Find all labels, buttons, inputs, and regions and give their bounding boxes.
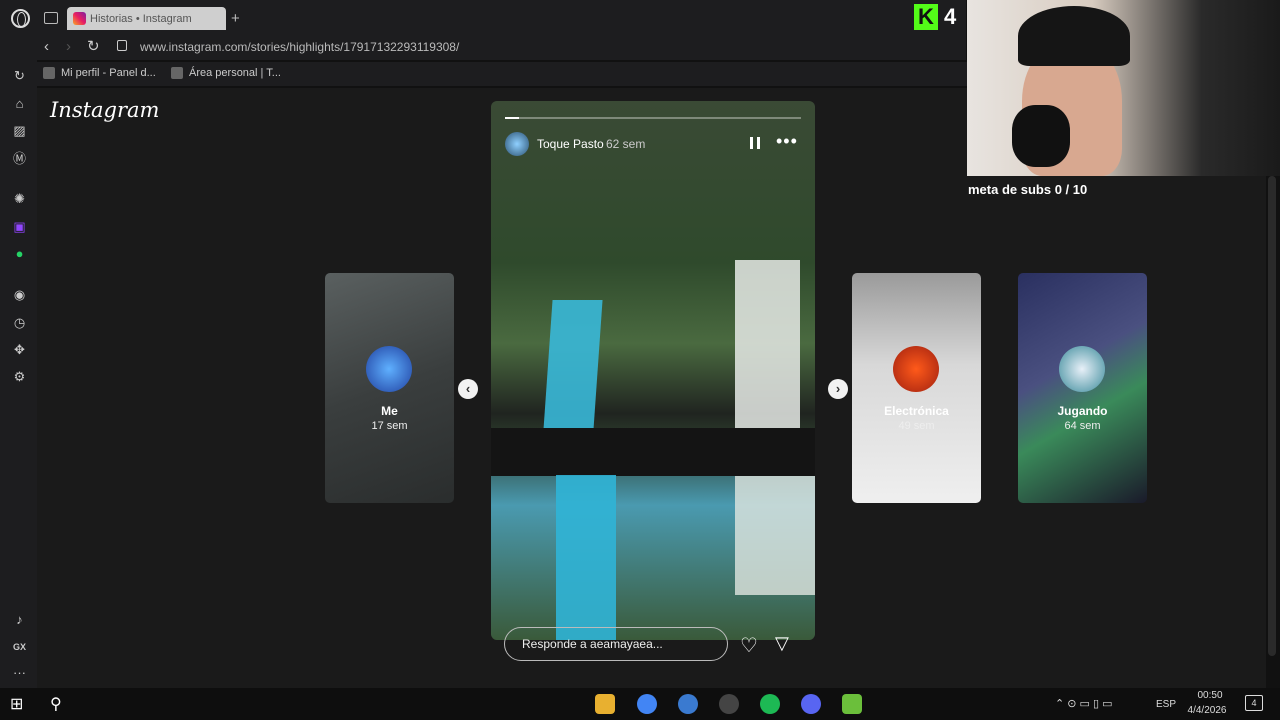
story-image-sky bbox=[735, 260, 800, 430]
twitch-icon[interactable]: ▣ bbox=[11, 218, 28, 235]
back-button[interactable]: ‹ bbox=[44, 38, 49, 55]
story-name: Jugando bbox=[1057, 404, 1108, 418]
story-time: 62 sem bbox=[606, 137, 646, 151]
reply-input[interactable]: Responde a aeamayaea... bbox=[504, 627, 728, 661]
forward-button[interactable]: › bbox=[66, 38, 71, 55]
history-icon[interactable]: ◷ bbox=[11, 314, 28, 331]
minecraft-icon[interactable] bbox=[842, 694, 862, 714]
notification-icon[interactable]: 4 bbox=[1245, 695, 1263, 711]
flow-icon[interactable]: ⌂ bbox=[11, 95, 28, 112]
pinboard-icon[interactable]: ▨ bbox=[11, 122, 28, 139]
app-icon[interactable] bbox=[678, 694, 698, 714]
speed-dial-icon[interactable]: ↻ bbox=[11, 67, 28, 84]
search-icon[interactable]: ⚲ bbox=[50, 694, 70, 714]
heart-icon[interactable]: ♡ bbox=[740, 633, 758, 658]
bookmark-icon bbox=[43, 67, 55, 79]
new-tab-button[interactable]: + bbox=[231, 10, 240, 27]
settings-icon[interactable]: ⚙ bbox=[11, 368, 28, 385]
story-image-divider bbox=[491, 428, 815, 476]
sub-goal-text: meta de subs 0 / 10 bbox=[968, 182, 1088, 197]
discord-icon[interactable] bbox=[801, 694, 821, 714]
lock-icon[interactable] bbox=[117, 40, 127, 51]
next-story-button[interactable]: › bbox=[828, 379, 848, 399]
webcam-microphone bbox=[1012, 105, 1070, 167]
whatsapp-icon[interactable]: ● bbox=[11, 245, 28, 262]
story-username[interactable]: Toque Pasto bbox=[537, 137, 604, 151]
url-field[interactable]: www.instagram.com/stories/highlights/179… bbox=[140, 40, 459, 54]
side-story-me[interactable]: Me 17 sem bbox=[325, 273, 454, 503]
story-time: 49 sem bbox=[898, 420, 935, 432]
opera-logo-icon[interactable] bbox=[11, 9, 30, 28]
tab-overview-icon[interactable] bbox=[44, 12, 58, 24]
chrome-icon[interactable] bbox=[637, 694, 657, 714]
instagram-logo[interactable]: Instagram bbox=[50, 98, 159, 122]
bookmark-item[interactable]: Mi perfil - Panel d... bbox=[43, 67, 156, 79]
bookmark-item[interactable]: Área personal | T... bbox=[171, 67, 281, 79]
m-icon[interactable]: Ⓜ bbox=[11, 149, 28, 166]
prev-story-button[interactable]: ‹ bbox=[458, 379, 478, 399]
story-progress-fill bbox=[505, 117, 519, 119]
tab-instagram[interactable]: Historias • Instagram bbox=[67, 7, 226, 30]
story-progress-bar bbox=[505, 117, 801, 119]
story-time: 17 sem bbox=[371, 420, 408, 432]
avatar[interactable] bbox=[505, 132, 529, 156]
windows-start-icon[interactable]: ⊞ bbox=[10, 694, 30, 714]
gx-icon[interactable]: GX bbox=[11, 638, 28, 655]
chatgpt-icon[interactable]: ✺ bbox=[11, 190, 28, 207]
bookmark-icon bbox=[171, 67, 183, 79]
pause-icon[interactable] bbox=[750, 137, 760, 149]
clock-date[interactable]: 4/4/2026 bbox=[1181, 705, 1233, 716]
tab-title: Historias • Instagram bbox=[90, 12, 192, 25]
kick-logo-icon: K bbox=[914, 4, 938, 30]
more-icon[interactable]: ··· bbox=[11, 664, 28, 681]
file-explorer-icon[interactable] bbox=[595, 694, 615, 714]
instagram-favicon-icon bbox=[73, 12, 86, 25]
system-tray-icons[interactable]: ⌃ ⊙ ▭ ▯ ▭ bbox=[1055, 697, 1113, 710]
side-story-electronica[interactable]: Electrónica 49 sem bbox=[852, 273, 981, 503]
language-indicator[interactable]: ESP bbox=[1156, 699, 1176, 710]
player-icon[interactable]: ♪ bbox=[11, 611, 28, 628]
reload-button[interactable]: ↻ bbox=[87, 37, 100, 55]
story-name: Electrónica bbox=[884, 404, 949, 418]
side-story-jugando[interactable]: Jugando 64 sem bbox=[1018, 273, 1147, 503]
story-image-pool bbox=[543, 300, 603, 430]
more-options-icon[interactable]: ••• bbox=[776, 131, 798, 152]
avatar bbox=[893, 346, 939, 392]
clock-time[interactable]: 00:50 bbox=[1190, 690, 1230, 701]
webcam-cap bbox=[1018, 6, 1130, 66]
page-scrollbar[interactable] bbox=[1268, 176, 1276, 656]
viewer-count: 4 bbox=[944, 4, 957, 29]
spotify-icon[interactable] bbox=[760, 694, 780, 714]
story-name: Me bbox=[381, 404, 398, 418]
share-icon[interactable]: ▽ bbox=[775, 633, 789, 654]
spotify-icon[interactable]: ◉ bbox=[11, 286, 28, 303]
story-image-pool bbox=[556, 475, 616, 640]
story-time: 64 sem bbox=[1064, 420, 1101, 432]
obs-icon[interactable] bbox=[719, 694, 739, 714]
avatar bbox=[1059, 346, 1105, 392]
avatar bbox=[366, 346, 412, 392]
extensions-icon[interactable]: ✥ bbox=[11, 341, 28, 358]
story-image-sky bbox=[735, 475, 815, 595]
